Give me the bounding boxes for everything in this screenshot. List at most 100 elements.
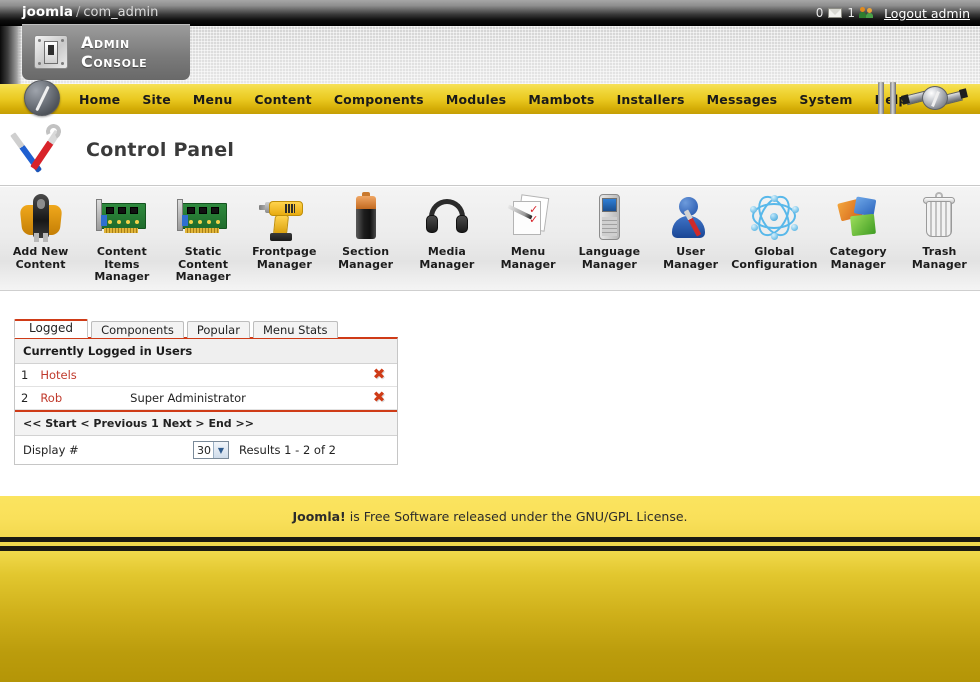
- cp-button-category-manager[interactable]: Category Manager: [818, 191, 899, 271]
- cp-label: Menu Manager: [500, 245, 556, 271]
- tab-logged[interactable]: Logged: [14, 319, 89, 338]
- tab-menu-stats[interactable]: Menu Stats: [252, 321, 338, 338]
- cp-label-line1: Trash: [922, 245, 957, 258]
- cp-label-line1: Add New: [12, 245, 69, 258]
- cp-label-line1: Global: [754, 245, 795, 258]
- username-link[interactable]: Hotels: [40, 368, 76, 382]
- header-strip: Admin Console: [0, 24, 980, 84]
- cp-button-media-manager[interactable]: Media Manager: [406, 191, 487, 271]
- cp-label-line1: Menu: [510, 245, 546, 258]
- tab-components[interactable]: Components: [91, 321, 184, 338]
- cp-label: Media Manager: [419, 245, 475, 271]
- cp-label: Content Items Manager: [81, 245, 162, 284]
- footer-brand: Joomla!: [292, 509, 346, 524]
- row-username[interactable]: Hotels: [34, 364, 125, 387]
- cp-button-global-configuration[interactable]: Global Configuration: [731, 190, 818, 271]
- row-action[interactable]: ✖: [361, 386, 397, 410]
- nav-item-site[interactable]: Site: [131, 92, 182, 107]
- table-row: 2 Rob Super Administrator ✖: [15, 386, 397, 410]
- tab-popular[interactable]: Popular: [186, 321, 250, 338]
- username-link[interactable]: Rob: [40, 391, 62, 405]
- nav-item-modules[interactable]: Modules: [435, 92, 517, 107]
- trash-can-icon: [912, 191, 966, 243]
- results-text: Results 1 - 2 of 2: [239, 443, 336, 457]
- brand-name: joomla: [22, 4, 73, 21]
- cp-label: Frontpage Manager: [252, 245, 316, 271]
- mail-count: 0: [815, 6, 824, 20]
- logout-link[interactable]: Logout admin: [884, 6, 970, 21]
- cp-label: Static Content Manager: [163, 245, 244, 284]
- cp-label-line2: Manager: [663, 257, 719, 271]
- page-title-bar: Control Panel: [0, 114, 980, 186]
- footer-bar: Joomla! is Free Software released under …: [0, 496, 980, 537]
- cp-button-language-manager[interactable]: Language Manager: [569, 191, 650, 271]
- footer-license-text: is Free Software released under the GNU/…: [345, 509, 688, 524]
- breadcrumb: joomla / com_admin: [22, 6, 158, 20]
- users-icon[interactable]: [859, 7, 875, 19]
- logged-users-table: 1 Hotels ✖ 2 Rob Super Administrator ✖: [15, 364, 397, 410]
- cp-label: Language Manager: [578, 245, 641, 271]
- cp-button-trash-manager[interactable]: Trash Manager: [899, 191, 980, 271]
- checklist-pen-icon: ✓ ✓: [501, 191, 555, 243]
- pagination-links[interactable]: << Start < Previous 1 Next > End >>: [23, 417, 254, 430]
- cp-label-line2: Manager: [338, 257, 394, 271]
- display-count-row: Display # 30 ▼ Results 1 - 2 of 2: [15, 436, 397, 464]
- cp-label-line2: Manager: [419, 257, 475, 271]
- cp-label: Add New Content: [12, 245, 69, 271]
- joomla-logo-icon[interactable]: [24, 80, 60, 116]
- logged-users-panel: Currently Logged in Users 1 Hotels ✖ 2 R…: [14, 337, 398, 465]
- cp-label-line2: Configuration: [731, 257, 818, 271]
- page-bottom-margin: [0, 682, 980, 700]
- cp-button-content-items-manager[interactable]: Content Items Manager: [81, 191, 162, 284]
- cp-button-section-manager[interactable]: Section Manager: [325, 191, 406, 271]
- cp-label-line1: Section: [342, 245, 390, 258]
- main-navigation: Home Site Menu Content Components Module…: [0, 80, 980, 116]
- cp-button-static-content-manager[interactable]: Static Content Manager: [163, 191, 244, 284]
- cp-label-line1: Language: [578, 245, 641, 258]
- table-row: 1 Hotels ✖: [15, 364, 397, 387]
- mail-icon[interactable]: [828, 8, 843, 18]
- cp-label-line1: Media: [427, 245, 466, 258]
- cp-label: User Manager: [663, 245, 719, 271]
- nav-item-components[interactable]: Components: [323, 92, 435, 107]
- cp-button-frontpage-manager[interactable]: Frontpage Manager: [244, 191, 325, 271]
- cp-label-line2: Manager: [500, 257, 556, 271]
- top-bar-right: 0 1 Logout admin: [816, 6, 970, 21]
- puzzle-pieces-icon: [831, 191, 885, 243]
- row-action[interactable]: ✖: [361, 364, 397, 387]
- chevron-down-icon[interactable]: ▼: [213, 442, 228, 458]
- nav-item-home[interactable]: Home: [68, 92, 131, 107]
- nav-item-list: Home Site Menu Content Components Module…: [68, 92, 919, 107]
- nav-item-mambots[interactable]: Mambots: [517, 92, 605, 107]
- cp-button-user-manager[interactable]: User Manager: [650, 191, 731, 271]
- pagination-bar: << Start < Previous 1 Next > End >>: [15, 410, 397, 436]
- nav-item-installers[interactable]: Installers: [606, 92, 696, 107]
- atom-icon: [747, 190, 801, 243]
- cp-label-line2: Manager: [175, 270, 231, 283]
- cp-button-menu-manager[interactable]: ✓ ✓ Menu Manager: [488, 191, 569, 271]
- logout-x-icon[interactable]: ✖: [373, 367, 386, 382]
- breadcrumb-separator: /: [75, 5, 81, 21]
- nav-item-messages[interactable]: Messages: [696, 92, 789, 107]
- circuit-board-icon: [176, 191, 230, 243]
- row-username[interactable]: Rob: [34, 386, 125, 410]
- drill-icon: [257, 191, 311, 243]
- row-role: [124, 364, 361, 387]
- nav-item-content[interactable]: Content: [243, 92, 322, 107]
- nav-item-menu[interactable]: Menu: [182, 92, 244, 107]
- row-number: 2: [15, 386, 35, 410]
- nav-item-system[interactable]: System: [788, 92, 863, 107]
- cp-button-add-new-content[interactable]: Add New Content: [0, 191, 81, 271]
- tab-strip: Logged Components Popular Menu Stats: [14, 319, 398, 338]
- cp-label-line1: User: [676, 245, 705, 258]
- logout-x-icon[interactable]: ✖: [373, 390, 386, 405]
- display-count-select[interactable]: 30 ▼: [193, 441, 229, 459]
- admin-console-title: Admin Console: [81, 33, 148, 71]
- cp-label: Trash Manager: [912, 245, 967, 271]
- row-number: 1: [15, 364, 35, 387]
- row-role: Super Administrator: [124, 386, 361, 410]
- cp-label-line2: Manager: [830, 257, 886, 271]
- cp-label-line1: Static Content: [178, 245, 229, 271]
- cp-label-line1: Content Items: [96, 245, 147, 271]
- cp-label: Category Manager: [830, 245, 887, 271]
